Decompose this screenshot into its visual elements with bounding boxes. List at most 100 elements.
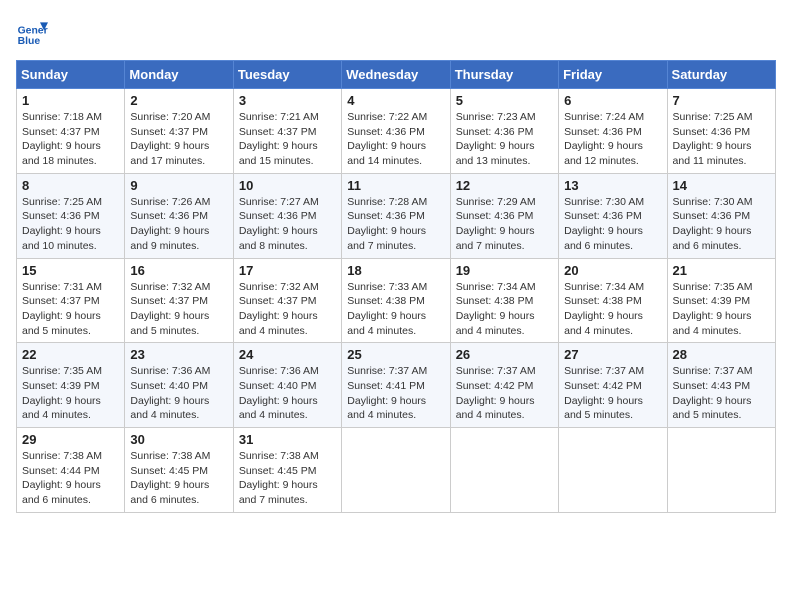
- calendar-cell: 28 Sunrise: 7:37 AM Sunset: 4:43 PM Dayl…: [667, 343, 775, 428]
- calendar-cell: 11 Sunrise: 7:28 AM Sunset: 4:36 PM Dayl…: [342, 173, 450, 258]
- calendar-cell: 2 Sunrise: 7:20 AM Sunset: 4:37 PM Dayli…: [125, 89, 233, 174]
- day-number: 22: [22, 347, 119, 362]
- calendar-cell: 21 Sunrise: 7:35 AM Sunset: 4:39 PM Dayl…: [667, 258, 775, 343]
- weekday-header-tuesday: Tuesday: [233, 61, 341, 89]
- day-number: 31: [239, 432, 336, 447]
- calendar-cell: 9 Sunrise: 7:26 AM Sunset: 4:36 PM Dayli…: [125, 173, 233, 258]
- calendar-cell: 1 Sunrise: 7:18 AM Sunset: 4:37 PM Dayli…: [17, 89, 125, 174]
- calendar-cell: 19 Sunrise: 7:34 AM Sunset: 4:38 PM Dayl…: [450, 258, 558, 343]
- page-header: General Blue: [16, 16, 776, 48]
- calendar-cell: 26 Sunrise: 7:37 AM Sunset: 4:42 PM Dayl…: [450, 343, 558, 428]
- calendar-cell: 30 Sunrise: 7:38 AM Sunset: 4:45 PM Dayl…: [125, 428, 233, 513]
- weekday-header-saturday: Saturday: [667, 61, 775, 89]
- day-number: 6: [564, 93, 661, 108]
- day-info: Sunrise: 7:20 AM Sunset: 4:37 PM Dayligh…: [130, 110, 227, 169]
- day-info: Sunrise: 7:32 AM Sunset: 4:37 PM Dayligh…: [239, 280, 336, 339]
- day-number: 5: [456, 93, 553, 108]
- day-info: Sunrise: 7:25 AM Sunset: 4:36 PM Dayligh…: [673, 110, 770, 169]
- day-number: 21: [673, 263, 770, 278]
- day-info: Sunrise: 7:38 AM Sunset: 4:45 PM Dayligh…: [130, 449, 227, 508]
- weekday-header-friday: Friday: [559, 61, 667, 89]
- day-info: Sunrise: 7:37 AM Sunset: 4:42 PM Dayligh…: [456, 364, 553, 423]
- day-info: Sunrise: 7:37 AM Sunset: 4:42 PM Dayligh…: [564, 364, 661, 423]
- day-number: 2: [130, 93, 227, 108]
- day-number: 11: [347, 178, 444, 193]
- day-info: Sunrise: 7:31 AM Sunset: 4:37 PM Dayligh…: [22, 280, 119, 339]
- day-number: 26: [456, 347, 553, 362]
- day-number: 27: [564, 347, 661, 362]
- calendar-table: SundayMondayTuesdayWednesdayThursdayFrid…: [16, 60, 776, 513]
- calendar-cell: 8 Sunrise: 7:25 AM Sunset: 4:36 PM Dayli…: [17, 173, 125, 258]
- day-number: 3: [239, 93, 336, 108]
- calendar-cell: 16 Sunrise: 7:32 AM Sunset: 4:37 PM Dayl…: [125, 258, 233, 343]
- day-number: 10: [239, 178, 336, 193]
- day-info: Sunrise: 7:22 AM Sunset: 4:36 PM Dayligh…: [347, 110, 444, 169]
- calendar-cell: 6 Sunrise: 7:24 AM Sunset: 4:36 PM Dayli…: [559, 89, 667, 174]
- calendar-cell: 20 Sunrise: 7:34 AM Sunset: 4:38 PM Dayl…: [559, 258, 667, 343]
- day-info: Sunrise: 7:18 AM Sunset: 4:37 PM Dayligh…: [22, 110, 119, 169]
- day-info: Sunrise: 7:23 AM Sunset: 4:36 PM Dayligh…: [456, 110, 553, 169]
- calendar-cell: 23 Sunrise: 7:36 AM Sunset: 4:40 PM Dayl…: [125, 343, 233, 428]
- weekday-header-wednesday: Wednesday: [342, 61, 450, 89]
- day-info: Sunrise: 7:37 AM Sunset: 4:43 PM Dayligh…: [673, 364, 770, 423]
- day-number: 9: [130, 178, 227, 193]
- calendar-cell: 25 Sunrise: 7:37 AM Sunset: 4:41 PM Dayl…: [342, 343, 450, 428]
- calendar-cell: 22 Sunrise: 7:35 AM Sunset: 4:39 PM Dayl…: [17, 343, 125, 428]
- calendar-week-1: 1 Sunrise: 7:18 AM Sunset: 4:37 PM Dayli…: [17, 89, 776, 174]
- day-info: Sunrise: 7:36 AM Sunset: 4:40 PM Dayligh…: [239, 364, 336, 423]
- day-info: Sunrise: 7:34 AM Sunset: 4:38 PM Dayligh…: [456, 280, 553, 339]
- calendar-cell: 7 Sunrise: 7:25 AM Sunset: 4:36 PM Dayli…: [667, 89, 775, 174]
- calendar-cell: 4 Sunrise: 7:22 AM Sunset: 4:36 PM Dayli…: [342, 89, 450, 174]
- calendar-cell: 3 Sunrise: 7:21 AM Sunset: 4:37 PM Dayli…: [233, 89, 341, 174]
- day-number: 28: [673, 347, 770, 362]
- day-number: 23: [130, 347, 227, 362]
- weekday-header-monday: Monday: [125, 61, 233, 89]
- calendar-cell: [342, 428, 450, 513]
- svg-text:Blue: Blue: [18, 36, 41, 47]
- calendar-cell: 27 Sunrise: 7:37 AM Sunset: 4:42 PM Dayl…: [559, 343, 667, 428]
- day-number: 1: [22, 93, 119, 108]
- day-number: 7: [673, 93, 770, 108]
- day-number: 15: [22, 263, 119, 278]
- day-info: Sunrise: 7:33 AM Sunset: 4:38 PM Dayligh…: [347, 280, 444, 339]
- day-number: 30: [130, 432, 227, 447]
- day-info: Sunrise: 7:32 AM Sunset: 4:37 PM Dayligh…: [130, 280, 227, 339]
- day-info: Sunrise: 7:26 AM Sunset: 4:36 PM Dayligh…: [130, 195, 227, 254]
- day-number: 4: [347, 93, 444, 108]
- calendar-cell: 10 Sunrise: 7:27 AM Sunset: 4:36 PM Dayl…: [233, 173, 341, 258]
- day-number: 25: [347, 347, 444, 362]
- calendar-cell: [450, 428, 558, 513]
- day-info: Sunrise: 7:37 AM Sunset: 4:41 PM Dayligh…: [347, 364, 444, 423]
- calendar-cell: 18 Sunrise: 7:33 AM Sunset: 4:38 PM Dayl…: [342, 258, 450, 343]
- calendar-cell: 29 Sunrise: 7:38 AM Sunset: 4:44 PM Dayl…: [17, 428, 125, 513]
- day-number: 20: [564, 263, 661, 278]
- weekday-header-thursday: Thursday: [450, 61, 558, 89]
- day-info: Sunrise: 7:35 AM Sunset: 4:39 PM Dayligh…: [22, 364, 119, 423]
- day-info: Sunrise: 7:30 AM Sunset: 4:36 PM Dayligh…: [564, 195, 661, 254]
- day-number: 29: [22, 432, 119, 447]
- calendar-cell: [559, 428, 667, 513]
- calendar-cell: 5 Sunrise: 7:23 AM Sunset: 4:36 PM Dayli…: [450, 89, 558, 174]
- day-info: Sunrise: 7:35 AM Sunset: 4:39 PM Dayligh…: [673, 280, 770, 339]
- day-info: Sunrise: 7:38 AM Sunset: 4:45 PM Dayligh…: [239, 449, 336, 508]
- day-info: Sunrise: 7:25 AM Sunset: 4:36 PM Dayligh…: [22, 195, 119, 254]
- day-number: 14: [673, 178, 770, 193]
- day-number: 16: [130, 263, 227, 278]
- day-info: Sunrise: 7:38 AM Sunset: 4:44 PM Dayligh…: [22, 449, 119, 508]
- day-info: Sunrise: 7:24 AM Sunset: 4:36 PM Dayligh…: [564, 110, 661, 169]
- day-info: Sunrise: 7:21 AM Sunset: 4:37 PM Dayligh…: [239, 110, 336, 169]
- calendar-cell: 12 Sunrise: 7:29 AM Sunset: 4:36 PM Dayl…: [450, 173, 558, 258]
- calendar-cell: [667, 428, 775, 513]
- day-info: Sunrise: 7:29 AM Sunset: 4:36 PM Dayligh…: [456, 195, 553, 254]
- day-info: Sunrise: 7:34 AM Sunset: 4:38 PM Dayligh…: [564, 280, 661, 339]
- day-number: 17: [239, 263, 336, 278]
- logo: General Blue: [16, 16, 48, 48]
- calendar-cell: 15 Sunrise: 7:31 AM Sunset: 4:37 PM Dayl…: [17, 258, 125, 343]
- calendar-week-2: 8 Sunrise: 7:25 AM Sunset: 4:36 PM Dayli…: [17, 173, 776, 258]
- calendar-week-5: 29 Sunrise: 7:38 AM Sunset: 4:44 PM Dayl…: [17, 428, 776, 513]
- day-number: 18: [347, 263, 444, 278]
- calendar-week-4: 22 Sunrise: 7:35 AM Sunset: 4:39 PM Dayl…: [17, 343, 776, 428]
- day-number: 12: [456, 178, 553, 193]
- calendar-cell: 31 Sunrise: 7:38 AM Sunset: 4:45 PM Dayl…: [233, 428, 341, 513]
- day-number: 8: [22, 178, 119, 193]
